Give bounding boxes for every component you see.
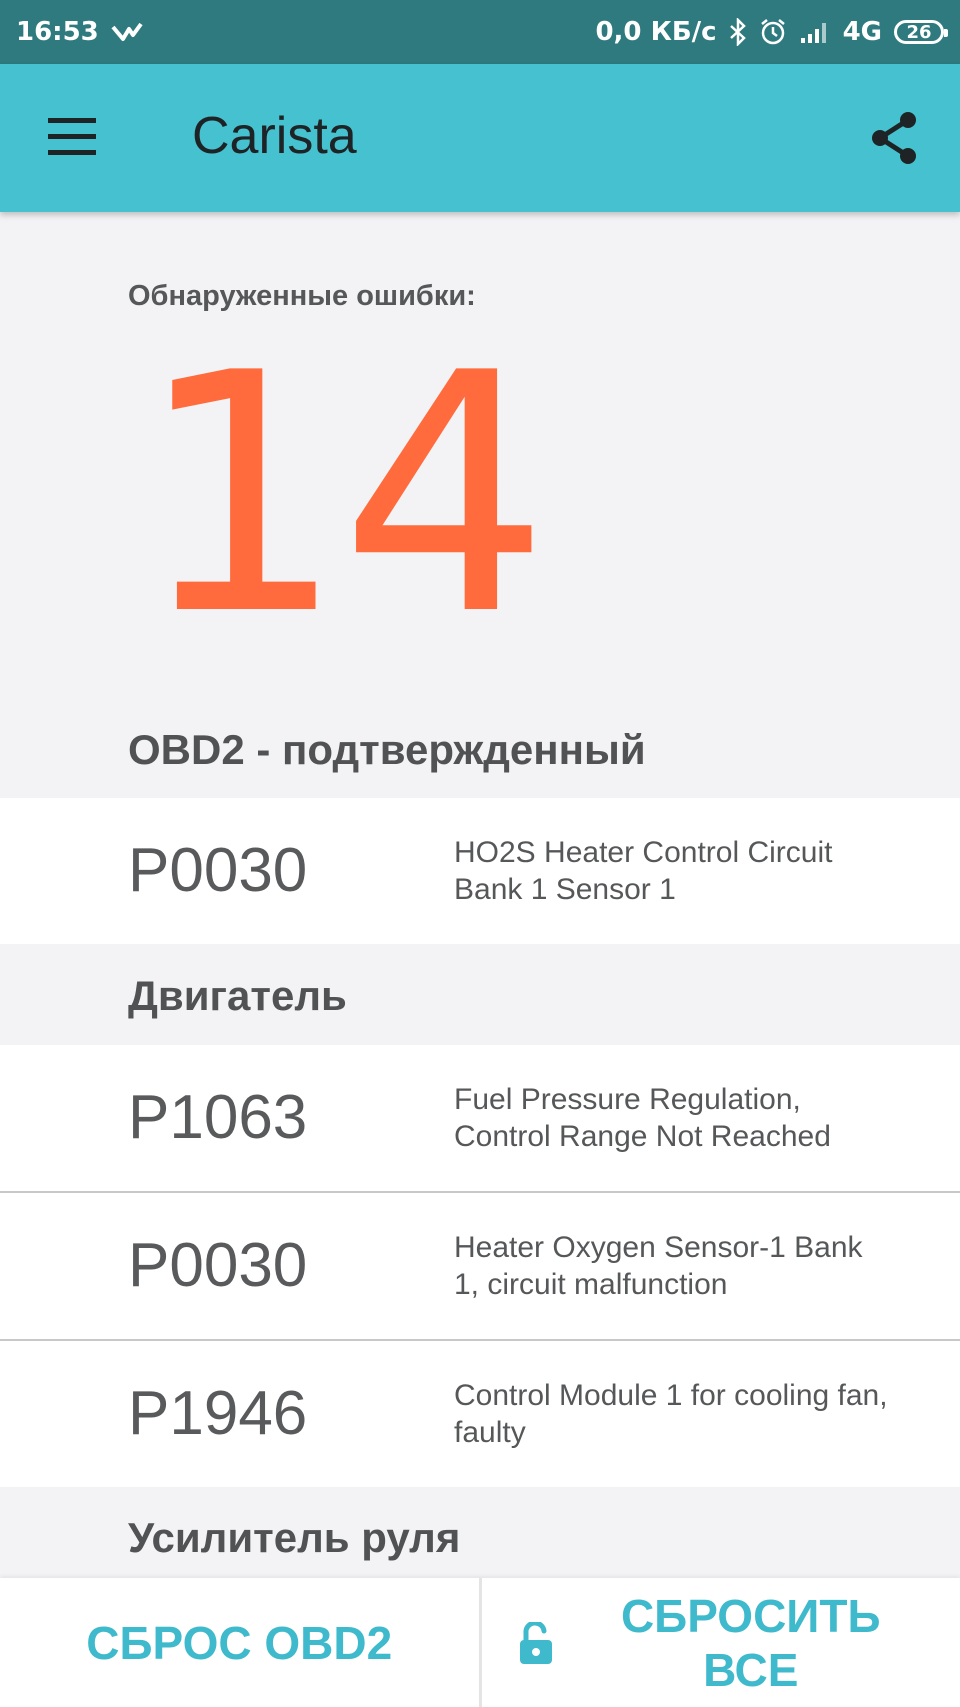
app-bar: Carista	[0, 64, 960, 212]
section-obd2-confirmed: OBD2 - подтвержденный	[128, 726, 646, 773]
section-engine: Двигатель	[128, 972, 347, 1019]
app-title: Carista	[192, 107, 357, 165]
reset-obd2-label: СБРОС OBD2	[86, 1616, 393, 1669]
menu-icon[interactable]	[44, 112, 100, 164]
error-description: Fuel Pressure Regulation, Control Range …	[454, 1083, 831, 1153]
reset-all-button[interactable]: СБРОСИТЬ ВСЕ	[482, 1578, 960, 1707]
error-code: P0030	[128, 1231, 308, 1300]
share-icon[interactable]	[864, 108, 924, 168]
error-row[interactable]: P0030 Heater Oxygen Sensor-1 Bank 1, cir…	[0, 1193, 960, 1339]
status-speed: 0,0 КБ/с	[595, 17, 717, 47]
error-row[interactable]: P1946 Control Module 1 for cooling fan, …	[0, 1341, 960, 1487]
battery-level: 26	[906, 21, 932, 43]
bottom-action-bar: СБРОС OBD2 СБРОСИТЬ ВСЕ	[0, 1578, 960, 1707]
alarm-icon	[759, 18, 787, 46]
error-row[interactable]: P1063 Fuel Pressure Regulation, Control …	[0, 1045, 960, 1191]
signal-icon	[799, 20, 831, 44]
section-power-steering: Усилитель руля	[128, 1514, 461, 1561]
error-description: HO2S Heater Control Circuit Bank 1 Senso…	[454, 836, 833, 906]
status-bar-left: 16:53	[16, 17, 143, 47]
messenger-icon	[111, 21, 143, 43]
status-bar-right: 0,0 КБ/с 4G 26	[595, 17, 948, 47]
reset-all-label: СБРОСИТЬ ВСЕ	[620, 1589, 881, 1696]
unlock-icon	[516, 1620, 556, 1677]
status-network: 4G	[842, 17, 882, 47]
battery-icon: 26	[894, 20, 948, 44]
reset-obd2-button[interactable]: СБРОС OBD2	[0, 1578, 479, 1707]
error-count: 14	[136, 303, 550, 687]
status-time: 16:53	[16, 17, 99, 47]
status-bar: 16:53 0,0 КБ/с 4G 26	[0, 0, 960, 64]
error-code: P1063	[128, 1083, 308, 1152]
error-code: P1946	[128, 1379, 308, 1448]
error-description: Heater Oxygen Sensor-1 Bank 1, circuit m…	[454, 1231, 863, 1301]
bluetooth-icon	[729, 18, 747, 46]
error-description: Control Module 1 for cooling fan, faulty	[454, 1379, 888, 1449]
error-code: P0030	[128, 836, 308, 905]
error-row[interactable]: P0030 HO2S Heater Control Circuit Bank 1…	[0, 798, 960, 944]
